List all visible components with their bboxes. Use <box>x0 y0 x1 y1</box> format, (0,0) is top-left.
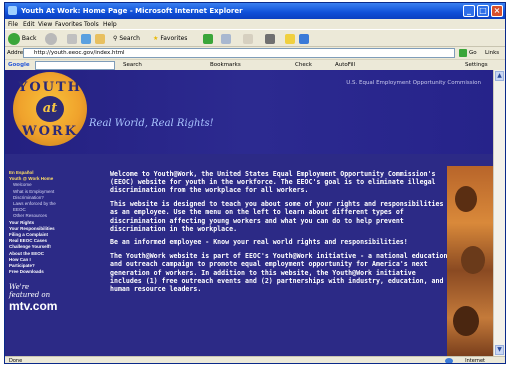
menu-edit[interactable]: Edit <box>23 21 35 28</box>
photo-person-1 <box>455 186 477 212</box>
autofill-button[interactable]: AutoFill <box>335 62 355 68</box>
forward-arrow-icon <box>45 32 57 45</box>
go-button[interactable]: Go <box>469 50 477 56</box>
main-article: Welcome to Youth@Work, the United States… <box>110 170 448 299</box>
address-bar: Address http://youth.eeoc.gov/index.html… <box>5 47 505 59</box>
menu-tools[interactable]: Tools <box>84 21 99 28</box>
favorites-button[interactable]: ★ Favorites <box>153 32 187 45</box>
logo-work-text: WORK <box>21 124 79 139</box>
scroll-up-icon[interactable]: ▲ <box>495 71 504 81</box>
google-search-input[interactable] <box>35 61 115 70</box>
print-icon[interactable] <box>265 34 275 44</box>
links-button[interactable]: Links <box>485 50 499 56</box>
logo-at-text: at <box>36 96 64 122</box>
agency-name: U.S. Equal Employment Opportunity Commis… <box>346 80 481 86</box>
initiative-paragraph: The Youth@Work website is part of EEOC's… <box>110 252 448 293</box>
site-tagline: Real World, Real Rights! <box>89 118 214 129</box>
standard-toolbar: Back ⚲ Search ★ Favorites <box>5 29 505 47</box>
favorites-label: Favorites <box>160 35 188 42</box>
menu-view[interactable]: View <box>38 21 52 28</box>
youth-at-work-logo[interactable]: YOUTH at WORK <box>13 72 87 146</box>
star-icon: ★ <box>153 35 159 42</box>
search-icon: ⚲ <box>113 35 118 42</box>
stop-icon[interactable] <box>67 34 77 44</box>
intro-paragraph: Welcome to Youth@Work, the United States… <box>110 170 436 195</box>
menu-file[interactable]: File <box>8 21 18 28</box>
status-text: Done <box>9 358 23 364</box>
go-icon[interactable] <box>459 49 467 57</box>
page-content: YOUTH at WORK Real World, Real Rights! U… <box>5 70 493 356</box>
mail-icon[interactable] <box>243 34 253 44</box>
menu-help[interactable]: Help <box>103 21 117 28</box>
title-bar: Youth At Work: Home Page - Microsoft Int… <box>5 3 505 19</box>
status-bar: Done Internet <box>5 356 505 364</box>
photo-person-3 <box>453 306 479 336</box>
check-button[interactable]: Check <box>295 62 312 68</box>
mtv-logo: mtv.com <box>9 299 58 314</box>
nav-what-is-discrimination[interactable]: What is Employment <box>9 189 61 195</box>
settings-button[interactable]: Settings <box>465 62 488 68</box>
ie-icon <box>8 6 17 15</box>
featured-text: We're featured on <box>9 283 51 300</box>
photo-person-2 <box>461 246 485 274</box>
window-title: Youth At Work: Home Page - Microsoft Int… <box>21 7 243 15</box>
back-button[interactable]: Back <box>8 32 37 45</box>
address-input[interactable]: http://youth.eeoc.gov/index.html <box>23 48 455 58</box>
bookmarks-button[interactable]: Bookmarks <box>210 62 241 68</box>
youth-photo-strip <box>447 166 493 356</box>
site-banner: YOUTH at WORK Real World, Real Rights! U… <box>5 70 493 154</box>
google-search-button[interactable]: Search <box>123 62 142 68</box>
nav-free-downloads[interactable]: Free Downloads <box>9 269 61 275</box>
forward-button[interactable] <box>45 32 57 45</box>
google-logo: Google <box>8 62 30 68</box>
home-icon[interactable] <box>95 34 105 44</box>
scroll-down-icon[interactable]: ▼ <box>495 345 504 355</box>
side-navigation: En Español Youth @ Work Home Welcome Wha… <box>9 170 61 313</box>
mtv-promo[interactable]: We're featured on mtv.com <box>9 283 61 313</box>
media-icon[interactable] <box>203 34 213 44</box>
minimize-button[interactable]: _ <box>463 5 475 17</box>
browser-window: Youth At Work: Home Page - Microsoft Int… <box>4 2 506 364</box>
folder-icon[interactable] <box>285 34 295 44</box>
back-arrow-icon <box>8 32 20 45</box>
messenger-icon[interactable] <box>299 34 309 44</box>
back-label: Back <box>21 35 37 42</box>
menu-favorites[interactable]: Favorites <box>55 21 82 28</box>
maximize-button[interactable]: □ <box>477 5 489 17</box>
zone-text: Internet <box>465 358 485 364</box>
informed-paragraph: Be an informed employee - Know your real… <box>110 238 408 247</box>
vertical-scrollbar[interactable]: ▲ ▼ <box>493 70 505 356</box>
logo-youth-text: YOUTH <box>18 80 82 95</box>
menu-bar: File Edit View Favorites Tools Help <box>5 19 505 29</box>
refresh-icon[interactable] <box>81 34 91 44</box>
close-button[interactable]: × <box>491 5 503 17</box>
search-label: Search <box>119 35 140 42</box>
globe-icon <box>445 358 453 363</box>
purpose-paragraph: This website is designed to teach you ab… <box>110 200 444 233</box>
history-icon[interactable] <box>221 34 231 44</box>
url-text: http://youth.eeoc.gov/index.html <box>34 50 125 56</box>
search-button[interactable]: ⚲ Search <box>113 32 140 45</box>
